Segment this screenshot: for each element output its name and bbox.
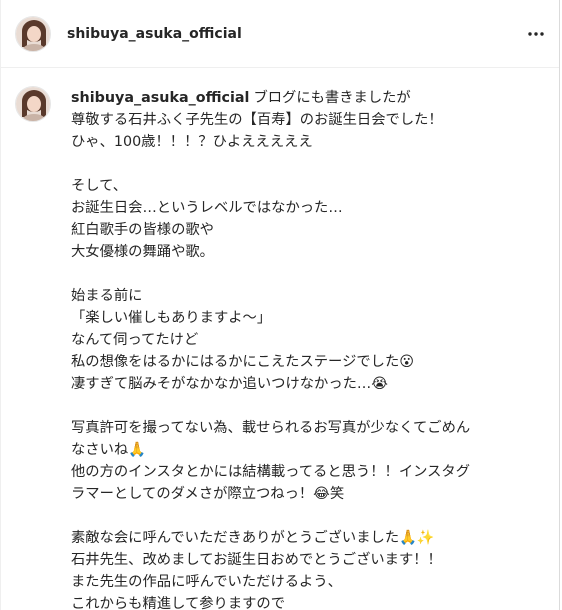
caption-line: また先生の作品に呼んでいただけるよう、 [71, 571, 541, 593]
caption-line-text: なさいね🙏 [71, 442, 146, 458]
caption-line-text: 写真許可を撮ってない為、載せられるお写真が少なくてごめん [71, 420, 471, 436]
caption-line: これからも精進して参りますので [71, 593, 541, 610]
caption-line-text: 大女優様の舞踊や歌。 [71, 244, 214, 260]
caption-line [71, 505, 541, 527]
caption-line-text: そして、 [71, 178, 128, 194]
post-caption-block: shibuya_asuka_official ブログにも書きましたが尊敬する石井ふ… [1, 68, 559, 610]
caption-line [71, 395, 541, 417]
caption-line: 写真許可を撮ってない為、載せられるお写真が少なくてごめん [71, 417, 541, 439]
caption-line: 素敵な会に呼んでいただきありがとうございました🙏✨ [71, 527, 541, 549]
instagram-post-panel: shibuya_asuka_official shibuya_asuka_off… [0, 0, 560, 610]
caption-line: なんて伺ってたけど [71, 329, 541, 351]
avatar-image [16, 87, 50, 121]
caption-line-text: 尊敬する石井ふく子先生の【百寿】のお誕生日会でした！ [71, 112, 443, 128]
caption-line-text: これからも精進して参りますので [71, 596, 286, 610]
caption-line-text: また先生の作品に呼んでいただけるよう、 [71, 574, 342, 590]
caption-line: 尊敬する石井ふく子先生の【百寿】のお誕生日会でした！ [71, 109, 541, 131]
caption-line [71, 153, 541, 175]
caption-line: 紅白歌手の皆様の歌や [71, 219, 541, 241]
caption-line-text: 私の想像をはるかにはるかにこえたステージでした😮 [71, 354, 415, 370]
caption-line: 他の方のインスタとかには結構載ってると思う！！インスタグ [71, 461, 541, 483]
caption-line-text: 紅白歌手の皆様の歌や [71, 222, 214, 238]
caption-line: ラマーとしてのダメさが際立つねっ！😂笑 [71, 483, 541, 505]
caption-line: 凄すぎて脳みそがなかなか追いつけなかった…😭 [71, 373, 541, 395]
caption-line-text: ひゃ、100歳！！！？ひよえええええ [71, 134, 313, 150]
caption-line-text: 凄すぎて脳みそがなかなか追いつけなかった…😭 [71, 376, 388, 392]
caption-line: 石井先生、改めましてお誕生日おめでとうございます！！ [71, 549, 541, 571]
caption-line: 「楽しい催しもありますよ〜」 [71, 307, 541, 329]
caption-line-text: 始まる前に [71, 288, 143, 304]
caption-text: shibuya_asuka_official ブログにも書きましたが尊敬する石井ふ… [71, 87, 541, 610]
caption-line-text: 「楽しい催しもありますよ〜」 [71, 310, 272, 326]
caption-line: 始まる前に [71, 285, 541, 307]
caption-line: 私の想像をはるかにはるかにこえたステージでした😮 [71, 351, 541, 373]
caption-line: そして、 [71, 175, 541, 197]
caption-avatar[interactable] [15, 86, 51, 122]
caption-line-text: なんて伺ってたけど [71, 332, 199, 348]
caption-line-text: ラマーとしてのダメさが際立つねっ！😂笑 [71, 486, 345, 502]
caption-line: 大女優様の舞踊や歌。 [71, 241, 541, 263]
caption-line: ひゃ、100歳！！！？ひよえええええ [71, 131, 541, 153]
caption-line: shibuya_asuka_official ブログにも書きましたが [71, 87, 541, 109]
post-header: shibuya_asuka_official [1, 0, 559, 68]
caption-line: なさいね🙏 [71, 439, 541, 461]
caption-line [71, 263, 541, 285]
avatar-image [16, 16, 50, 51]
caption-line-text: お誕生日会…というレベルではなかった… [71, 200, 343, 216]
avatar[interactable] [15, 15, 51, 52]
more-horizontal-icon[interactable] [525, 24, 547, 44]
header-username[interactable]: shibuya_asuka_official [67, 26, 242, 42]
caption-line-text: ブログにも書きましたが [253, 90, 411, 106]
caption-line-text: 素敵な会に呼んでいただきありがとうございました🙏✨ [71, 530, 435, 546]
caption-line-text: 石井先生、改めましてお誕生日おめでとうございます！！ [71, 552, 442, 568]
caption-username[interactable]: shibuya_asuka_official [71, 90, 249, 106]
caption-line-text: 他の方のインスタとかには結構載ってると思う！！インスタグ [71, 464, 471, 480]
caption-line: お誕生日会…というレベルではなかった… [71, 197, 541, 219]
